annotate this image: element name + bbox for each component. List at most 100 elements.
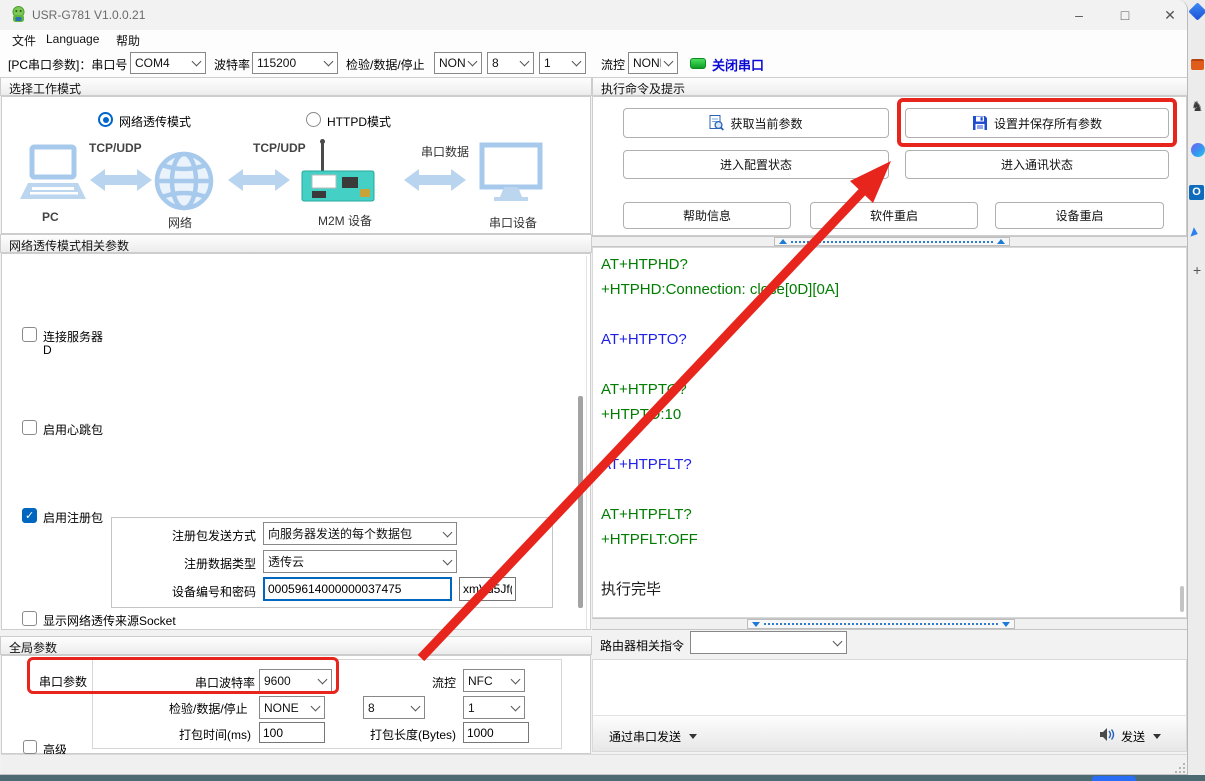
titlebar: USR-G781 V1.0.0.21 – □ ✕ <box>0 0 1187 30</box>
radio-httpd-mode[interactable] <box>306 112 321 127</box>
help-info-button[interactable]: 帮助信息 <box>623 202 791 229</box>
radio-net-transparent-mode[interactable] <box>98 112 113 127</box>
left-scrollbar-thumb[interactable] <box>578 396 583 608</box>
chevron-down-icon <box>520 57 530 67</box>
enter-comm-button[interactable]: 进入通讯状态 <box>905 150 1169 179</box>
maximize-button[interactable]: □ <box>1105 0 1145 30</box>
databits-select[interactable]: 8 <box>487 52 534 74</box>
send-via-serial-dropdown[interactable]: 通过串口发送 <box>609 728 681 745</box>
m2m-device-icon <box>302 139 374 201</box>
set-save-params-button[interactable]: 设置并保存所有参数 <box>905 108 1169 138</box>
port-open-indicator-icon <box>690 58 706 69</box>
close-port-link[interactable]: 关闭串口 <box>712 55 764 74</box>
g-parity-select[interactable]: NONE <box>259 696 325 719</box>
taskbar-active-app[interactable] <box>1092 776 1136 781</box>
menu-file[interactable]: 文件 <box>12 32 36 49</box>
splitter-bottom <box>592 618 1187 630</box>
terminal-line: AT+HTPFLT? <box>601 502 1171 527</box>
exec-panel-header: 执行命令及提示 <box>592 77 1188 96</box>
caret-down-icon[interactable] <box>689 734 697 739</box>
desktop-icon-chess[interactable]: ♞ <box>1191 98 1204 115</box>
global-params-header: 全局参数 <box>0 636 592 655</box>
splitter-bottom-handle[interactable] <box>747 619 1015 629</box>
terminal-line <box>601 302 1171 327</box>
desktop-icon-copilot[interactable] <box>1191 143 1205 157</box>
desktop-icon-plus[interactable]: + <box>1193 262 1201 278</box>
checkbox-register-packet[interactable] <box>22 508 37 523</box>
terminal-scrollbar-thumb[interactable] <box>1180 586 1184 612</box>
desktop-icon-blue-diamond[interactable] <box>1188 2 1205 20</box>
g-baud-select[interactable]: 9600 <box>259 669 332 692</box>
device-id-input[interactable] <box>263 577 452 601</box>
terminal-line: +HTPFLT:OFF <box>601 527 1171 552</box>
desktop-icon-toolbox[interactable] <box>1191 59 1204 70</box>
serial-toolbar: [PC串口参数]：串口号 COM4 波特率 115200 检验/数据/停止 NO… <box>0 48 1187 78</box>
device-restart-button[interactable]: 设备重启 <box>995 202 1164 229</box>
get-params-button[interactable]: 获取当前参数 <box>623 108 889 138</box>
serial-group-label: 串口参数 <box>39 673 87 690</box>
reg-type-select[interactable]: 透传云 <box>263 550 457 573</box>
get-params-label: 获取当前参数 <box>730 115 802 132</box>
document-search-icon <box>709 115 724 131</box>
menu-language[interactable]: Language <box>46 32 99 46</box>
chevron-down-icon <box>664 57 674 67</box>
flow-select[interactable]: NONE <box>628 52 678 74</box>
baud-select[interactable]: 115200 <box>252 52 338 74</box>
g-stopbits-select[interactable]: 1 <box>463 696 525 719</box>
reg-type-label: 注册数据类型 <box>184 555 256 572</box>
com-port-value: COM4 <box>135 56 170 70</box>
pack-len-input[interactable] <box>463 722 529 743</box>
checkbox-heartbeat[interactable] <box>22 420 37 435</box>
send-button[interactable]: 发送 <box>1121 728 1145 745</box>
router-cmd-select[interactable] <box>690 631 847 654</box>
terminal-output[interactable]: AT+HTPHD?+HTPHD:Connection: close[0D][0A… <box>592 247 1187 618</box>
terminal-line: AT+HTPFLT? <box>601 452 1171 477</box>
com-port-select[interactable]: COM4 <box>130 52 206 74</box>
terminal-line <box>601 427 1171 452</box>
app-window: USR-G781 V1.0.0.21 – □ ✕ 文件 Language 帮助 … <box>0 0 1188 775</box>
g-databits-value: 8 <box>368 701 375 715</box>
send-input-area[interactable] <box>593 660 1186 715</box>
enter-comm-label: 进入通讯状态 <box>1001 156 1073 173</box>
pc-serial-label: [PC串口参数]：串口号 <box>8 56 127 73</box>
serial-data-label: 串口数据 <box>421 143 469 160</box>
net-params-panel: 连接服务器 D 启用心跳包 启用注册包 注册包发送方式 向服务器发送的每个数据包… <box>1 253 591 630</box>
reg-mode-select[interactable]: 向服务器发送的每个数据包 <box>263 522 457 545</box>
pack-time-input[interactable] <box>259 722 325 743</box>
soft-restart-button[interactable]: 软件重启 <box>810 202 978 229</box>
desktop-icon-cursor[interactable] <box>1190 227 1199 238</box>
stopbits-select[interactable]: 1 <box>539 52 586 74</box>
menu-help[interactable]: 帮助 <box>116 32 140 49</box>
checkbox-advanced[interactable] <box>23 740 37 754</box>
device-password-input[interactable] <box>459 577 516 601</box>
g-databits-select[interactable]: 8 <box>363 696 425 719</box>
resize-grip-icon[interactable] <box>1179 767 1181 769</box>
splitter-top-handle[interactable] <box>774 237 1010 246</box>
enter-config-button[interactable]: 进入配置状态 <box>623 150 889 179</box>
caret-down-icon[interactable] <box>1153 734 1161 739</box>
checkbox-show-socket[interactable] <box>22 611 37 626</box>
m2m-label: M2M 设备 <box>318 212 372 229</box>
desktop-icon-outlook[interactable]: O <box>1189 185 1204 200</box>
arrow-left-right-icon <box>404 169 466 191</box>
parity-select[interactable]: NONI <box>434 52 482 74</box>
network-label: 网络 <box>168 214 192 231</box>
window-title: USR-G781 V1.0.0.21 <box>32 8 145 22</box>
baud-label: 波特率 <box>214 56 250 73</box>
g-parity-value: NONE <box>264 701 299 715</box>
chevron-down-icon <box>192 57 202 67</box>
checkbox-connect-server[interactable] <box>22 327 37 342</box>
set-save-params-label: 设置并保存所有参数 <box>994 115 1102 132</box>
close-button[interactable]: ✕ <box>1150 0 1188 30</box>
collapse-up-icon <box>779 239 787 244</box>
reg-type-value: 透传云 <box>268 553 304 570</box>
tcp-udp-label-1: TCP/UDP <box>89 141 142 155</box>
minimize-button[interactable]: – <box>1059 0 1099 30</box>
router-cmd-label: 路由器相关指令 <box>600 637 684 654</box>
send-bottom-bar: 通过串口发送 发送 <box>593 715 1186 751</box>
reg-mode-label: 注册包发送方式 <box>172 527 256 544</box>
g-flow-select[interactable]: NFC <box>463 669 525 692</box>
g-baud-label: 串口波特率 <box>195 674 255 691</box>
chevron-down-icon <box>468 57 478 67</box>
collapse-up-icon <box>997 239 1005 244</box>
